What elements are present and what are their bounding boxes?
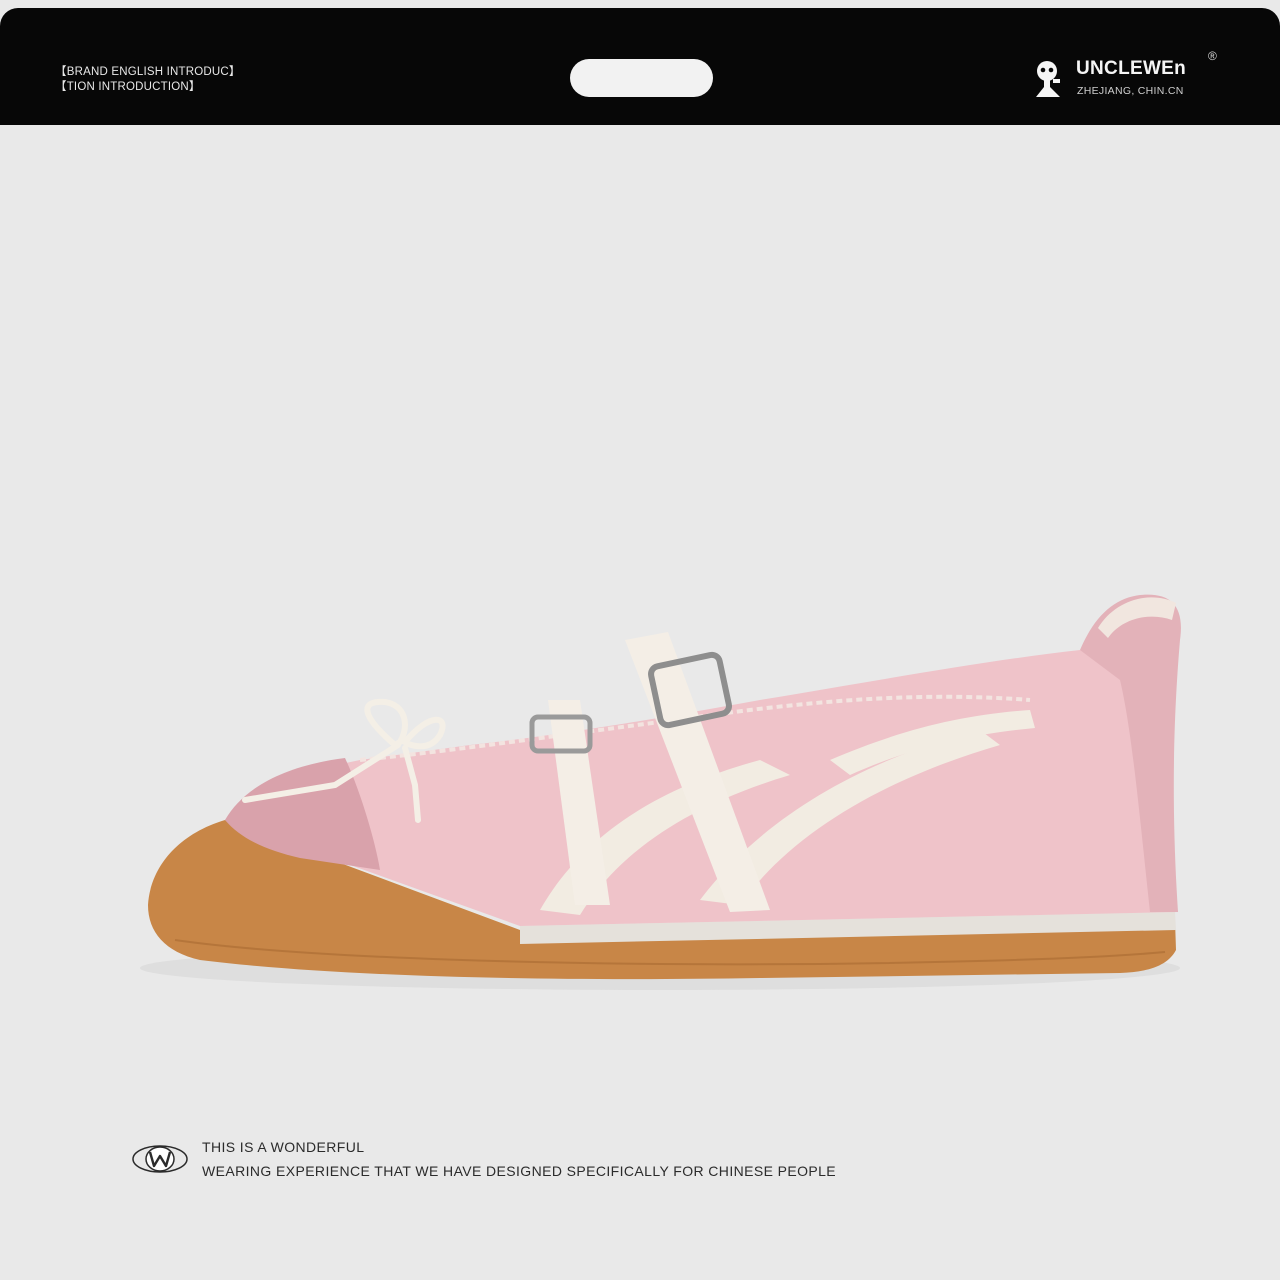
product-stage bbox=[0, 125, 1280, 1125]
brand-intro: 【BRAND ENGLISH INTRODUC】 【TION INTRODUCT… bbox=[55, 65, 241, 95]
brand-location: ZHEJIANG, CHIN.CN bbox=[1077, 85, 1184, 97]
shoe-illustration bbox=[140, 594, 1181, 990]
brand-name: UNCLEWEn bbox=[1076, 58, 1187, 79]
header-bar: 【BRAND ENGLISH INTRODUC】 【TION INTRODUCT… bbox=[0, 8, 1280, 125]
brand-block: UNCLEWEn ® ZHEJIANG, CHIN.CN bbox=[1032, 49, 1232, 103]
brand-intro-line-2: 【TION INTRODUCTION】 bbox=[55, 81, 201, 93]
w-circle-logo-icon bbox=[132, 1145, 188, 1173]
registered-mark: ® bbox=[1208, 49, 1217, 63]
tagline-line-1: THIS IS A WONDERFUL bbox=[202, 1139, 365, 1155]
mascot-logo-icon bbox=[1036, 61, 1060, 97]
hang-tab-slot bbox=[570, 59, 713, 97]
tagline-line-2: WEARING EXPERIENCE THAT WE HAVE DESIGNED… bbox=[202, 1163, 837, 1179]
product-card: 【BRAND ENGLISH INTRODUC】 【TION INTRODUCT… bbox=[0, 0, 1280, 1280]
brand-intro-line-1: 【BRAND ENGLISH INTRODUC】 bbox=[55, 66, 241, 78]
